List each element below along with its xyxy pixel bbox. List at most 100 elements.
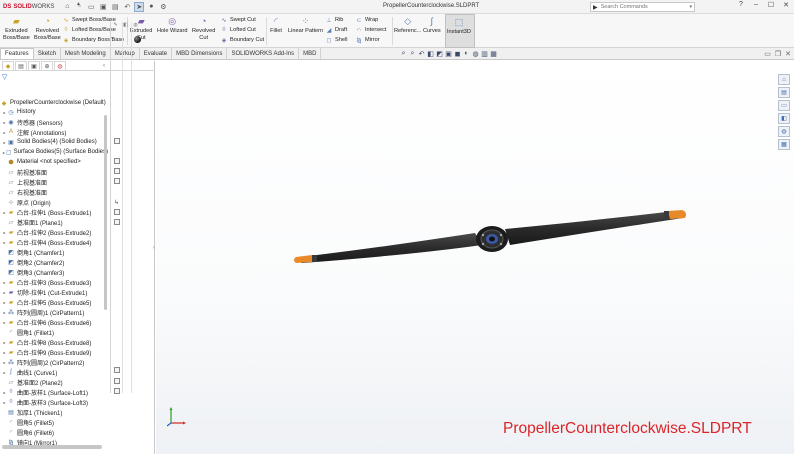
save-icon[interactable]: ▣ xyxy=(98,2,108,12)
boundary-boss-button[interactable]: ◈ Boundary Boss/Base xyxy=(62,36,125,44)
dimxpert-tab-icon[interactable]: ⊕ xyxy=(41,61,53,70)
tree-node[interactable]: ▸ ▰ 凸台-拉伸3 (Boss-Extrude3) xyxy=(0,277,108,287)
tree-node[interactable]: ▸ A 注解 (Annotations) xyxy=(0,127,108,137)
tree-filter[interactable]: ▽ xyxy=(0,72,110,82)
display-state-icon[interactable] xyxy=(114,388,120,394)
lofted-boss-button[interactable]: ◊ Lofted Boss/Base xyxy=(62,26,116,34)
tree-node[interactable]: ▸ ▰ 凸台-拉伸4 (Boss-Extrude4) xyxy=(0,237,108,247)
swept-cut-button[interactable]: ∿ Swept Cut xyxy=(220,16,255,24)
hide-show-items-icon[interactable]: ◐ xyxy=(463,50,470,58)
fillet-button[interactable]: ◜ Fillet xyxy=(269,15,283,35)
help-icon[interactable]: ? xyxy=(736,1,746,9)
undo-icon[interactable]: ↶ xyxy=(122,2,132,12)
tree-vertical-scrollbar[interactable] xyxy=(104,107,108,437)
property-manager-tab-icon[interactable]: ▤ xyxy=(15,61,27,70)
tree-node[interactable]: ▸ ◊ 曲面-放样1 (Surface-Loft1) xyxy=(0,387,108,397)
select-arrow-icon[interactable]: ➤ xyxy=(134,1,145,12)
swept-boss-button[interactable]: ∿ Swept Boss/Base xyxy=(62,16,115,24)
display-state-icon[interactable] xyxy=(114,367,120,373)
traffic-light-icon[interactable]: ● xyxy=(146,2,156,12)
configuration-manager-tab-icon[interactable]: ▣ xyxy=(28,61,40,70)
viewport-close-icon[interactable]: ✕ xyxy=(785,50,791,58)
dynamic-annotation-icon[interactable]: ◩ xyxy=(436,50,443,58)
viewport-restore-icon[interactable]: ❐ xyxy=(775,50,781,58)
tree-node[interactable]: ▸ ▰ 凸台-拉伸8 (Boss-Extrude8) xyxy=(0,337,108,347)
tab-features[interactable]: Features xyxy=(0,48,34,59)
viewport-minimize-icon[interactable]: ▭ xyxy=(764,50,771,58)
instant3d-button[interactable]: ⬚ Instant3D xyxy=(445,14,475,48)
display-mode-column-icon[interactable]: ◧ xyxy=(122,22,129,28)
tree-node[interactable]: ▱ 基准面2 (Plane2) xyxy=(0,377,108,387)
view-orientation-icon[interactable]: ▣ xyxy=(445,50,452,58)
search-input[interactable] xyxy=(600,4,671,10)
lofted-cut-button[interactable]: ◊ Lofted Cut xyxy=(220,26,256,34)
appearance-sphere-icon[interactable] xyxy=(134,36,141,43)
reference-geometry-button[interactable]: ◇ Referenc... xyxy=(394,15,421,35)
intersect-button[interactable]: ∩ Intersect xyxy=(355,26,387,34)
revolved-boss-button[interactable]: ◔ Revolved Boss/Base xyxy=(34,15,61,41)
tree-node[interactable]: ▸ ▢ Surface Bodies(5) (Surface Bodies) xyxy=(0,147,108,157)
tab-mbd-dimensions[interactable]: MBD Dimensions xyxy=(172,48,228,59)
display-state-icon[interactable] xyxy=(114,209,120,215)
shell-button[interactable]: ◻ Shell xyxy=(325,36,348,44)
tree-node[interactable]: ▸ ◉ 传感器 (Sensors) xyxy=(0,117,108,127)
display-state-icon[interactable] xyxy=(114,378,120,384)
hide-show-column-icon[interactable]: ✎ xyxy=(112,22,119,28)
propeller-model[interactable] xyxy=(290,205,690,275)
tree-node[interactable]: ◩ 倒角1 (Chamfer1) xyxy=(0,247,108,257)
settings-icon[interactable]: ⚙ xyxy=(158,2,168,12)
edit-appearance-icon[interactable]: ◍ xyxy=(472,50,479,58)
tree-node[interactable]: ▱ 上视基准面 xyxy=(0,177,108,187)
tree-node[interactable]: ▸ ◷ History xyxy=(0,107,108,117)
section-view-icon[interactable]: ◧ xyxy=(427,50,434,58)
tree-node[interactable]: ⬢ Material <not specified> xyxy=(0,157,108,167)
rib-button[interactable]: ⊥ Rib xyxy=(325,16,343,24)
print-icon[interactable]: ▤ xyxy=(110,2,120,12)
tree-node[interactable]: ▸ ▰ 凸台-拉伸2 (Boss-Extrude2) xyxy=(0,227,108,237)
panel-splitter-handle[interactable]: ‹ xyxy=(153,245,155,251)
maximize-button[interactable]: ☐ xyxy=(766,1,776,9)
display-state-icon[interactable] xyxy=(114,178,120,184)
boundary-cut-button[interactable]: ◈ Boundary Cut xyxy=(220,36,265,44)
home-icon[interactable]: ⌂ xyxy=(62,2,72,12)
tab-evaluate[interactable]: Evaluate xyxy=(140,48,173,59)
tree-node[interactable]: ▱ 右视基准面 xyxy=(0,187,108,197)
tree-node[interactable]: ▸ ▰ 凸台-拉伸6 (Boss-Extrude6) xyxy=(0,317,108,327)
appearances-icon[interactable]: ◍ xyxy=(778,126,790,137)
tree-node[interactable]: ▸ ⁂ 阵列(圆周)1 (CirPattern1) xyxy=(0,307,108,317)
close-button[interactable]: ✕ xyxy=(781,1,791,9)
display-state-icon[interactable] xyxy=(114,168,120,174)
tree-node[interactable]: ▤ 加厚1 (Thicken1) xyxy=(0,407,108,417)
solidworks-resources-icon[interactable]: ⌂ xyxy=(778,74,790,85)
hole-wizard-button[interactable]: ◎ Hole Wizard xyxy=(157,15,187,35)
appearance-column-icon[interactable]: ◍ xyxy=(132,22,139,28)
tree-node[interactable]: ▱ 基准面1 (Plane1) xyxy=(0,217,108,227)
panel-expand-arrow-icon[interactable]: ▲ xyxy=(76,1,81,7)
tree-node[interactable]: ◜ 圆角1 (Fillet1) xyxy=(0,327,108,337)
solidworks-logo[interactable]: DS SOLID WORKS xyxy=(3,4,54,10)
display-state-icon[interactable] xyxy=(114,158,120,164)
tree-node[interactable]: ▸ ⁂ 阵列(圆周)2 (CirPattern2) xyxy=(0,357,108,367)
revolved-cut-button[interactable]: ◔ Revolved Cut xyxy=(192,15,215,41)
zoom-to-fit-icon[interactable]: ⌕ xyxy=(400,50,407,58)
tree-node[interactable]: ▸ ▰ 凸台-拉伸1 (Boss-Extrude1) xyxy=(0,207,108,217)
tree-node[interactable]: ▸ ▰ 切除-拉伸1 (Cut-Extrude1) xyxy=(0,287,108,297)
linear-pattern-button[interactable]: ⁘ Linear Pattern xyxy=(288,15,323,35)
tree-node[interactable]: ◩ 倒角2 (Chamfer2) xyxy=(0,257,108,267)
tree-node[interactable]: ⊹ 原点 (Origin) xyxy=(0,197,108,207)
design-library-icon[interactable]: ▤ xyxy=(778,87,790,98)
display-style-icon[interactable]: ◼ xyxy=(454,50,461,58)
tree-node[interactable]: ▸ ◊ 曲面-放样3 (Surface-Loft3) xyxy=(0,397,108,407)
tab-mbd[interactable]: MBD xyxy=(299,48,322,59)
tree-node[interactable]: ▸ ▣ Solid Bodies(4) (Solid Bodies) xyxy=(0,137,108,147)
extruded-boss-button[interactable]: ▰ Extruded Boss/Base xyxy=(3,15,30,41)
display-state-icon[interactable] xyxy=(114,219,120,225)
display-state-icon[interactable] xyxy=(114,138,120,144)
filter-icon[interactable]: ▽ xyxy=(2,73,7,81)
tree-node[interactable]: ▱ 前视基准面 xyxy=(0,167,108,177)
tree-node[interactable]: ◜ 圆角5 (Fillet5) xyxy=(0,417,108,427)
tree-horizontal-scrollbar[interactable] xyxy=(2,445,102,449)
search-commands-box[interactable]: ▶ ▾ xyxy=(590,2,695,12)
draft-button[interactable]: ◢ Draft xyxy=(325,26,347,34)
tree-node[interactable]: ▸ ▰ 凸台-拉伸5 (Boss-Extrude5) xyxy=(0,297,108,307)
